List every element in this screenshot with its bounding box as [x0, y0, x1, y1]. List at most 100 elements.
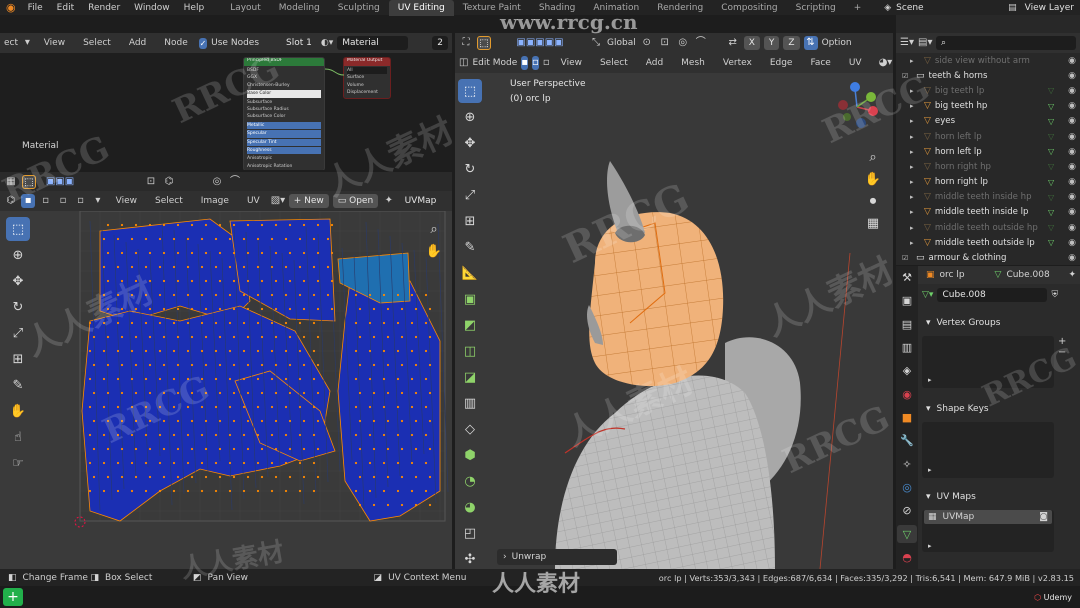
uv-canvas[interactable]: ⬚ ⊕ ✥ ↻ ⤢ ⊞ ✎ ✋ ☝ ☞ ⌕ ✋	[0, 211, 452, 569]
expand-arrow-icon[interactable]: ▸	[910, 57, 920, 65]
outliner-row[interactable]: ☑ ▭ teeth & horns ◉	[896, 68, 1080, 83]
zoom-icon[interactable]: ⌕	[424, 219, 444, 239]
vp-inset-tool[interactable]: ◫	[458, 339, 482, 363]
list-expand-icon[interactable]: ▸	[928, 376, 932, 384]
checkbox-icon[interactable]: ☑	[902, 254, 912, 262]
expand-arrow-icon[interactable]: ▸	[910, 163, 920, 171]
falloff-curve-icon[interactable]: ⌒	[694, 36, 708, 50]
chevron-down-icon[interactable]: ▾	[22, 36, 33, 50]
pinch-tool[interactable]: ☞	[6, 451, 30, 475]
menu-help[interactable]: Help	[177, 3, 212, 13]
visibility-eye-icon[interactable]: ◉	[1064, 162, 1080, 172]
axis-z-toggle[interactable]: Z	[783, 36, 800, 50]
grab-tool[interactable]: ✋	[6, 399, 30, 423]
remove-vertex-group-button[interactable]: −	[1058, 347, 1074, 358]
vp-annotate-tool[interactable]: ✎	[458, 235, 482, 259]
vertex-select-icon[interactable]: ▪	[21, 194, 35, 208]
data-tab-icon[interactable]: ▽	[897, 525, 917, 543]
mesh-browse-icon[interactable]: ▽▾	[922, 290, 933, 300]
visibility-eye-icon[interactable]: ◉	[1064, 223, 1080, 233]
pin-icon[interactable]: ✦	[382, 194, 395, 208]
select-box-icon[interactable]: ⬚	[22, 175, 36, 189]
expand-arrow-icon[interactable]: ▸	[910, 102, 920, 110]
node-canvas[interactable]: Material Principled BSDF BSDF GGX Christen…	[0, 53, 452, 170]
particles-tab-icon[interactable]: ✧	[897, 456, 917, 473]
viewport-zoom-icon[interactable]: ⌕	[863, 147, 883, 167]
image-browse-icon[interactable]: ▧▾	[271, 194, 285, 208]
uv-sync-dropdown[interactable]: ▾	[91, 194, 104, 208]
add-plus-icon[interactable]: +	[3, 588, 23, 606]
outliner-row[interactable]: ▸ ▽ big teeth hp ▽ ◉	[896, 99, 1080, 114]
visibility-eye-icon[interactable]: ◉	[1064, 101, 1080, 111]
vp-measure-tool[interactable]: 📐	[458, 261, 482, 285]
viewport-mode-icons[interactable]: ▣▣▣▣▣	[495, 36, 585, 50]
tab-shading[interactable]: Shading	[530, 0, 585, 16]
outliner-editor-icon[interactable]: ☰▾	[900, 36, 914, 50]
edit-mode-icon[interactable]: ◫	[459, 56, 468, 70]
viewport-menu-vertex[interactable]: Vertex	[716, 58, 759, 68]
render-tab-icon[interactable]: ▣	[897, 292, 917, 309]
visibility-eye-icon[interactable]: ◉	[1064, 147, 1080, 157]
orientation-icon[interactable]: ⤡	[589, 36, 603, 50]
viewport-menu-edge[interactable]: Edge	[763, 58, 800, 68]
edge-select-icon[interactable]: ▫	[39, 194, 52, 208]
axis-y-toggle[interactable]: Y	[763, 36, 780, 50]
select-mode-icons[interactable]: ▣▣▣	[40, 175, 80, 189]
output-tab-icon[interactable]: ▤	[897, 316, 917, 333]
uv-menu-select[interactable]: Select	[148, 196, 190, 206]
viewport-menu-face[interactable]: Face	[803, 58, 837, 68]
viewport-menu-uv[interactable]: UV	[842, 58, 869, 68]
orientation-dropdown[interactable]: Global	[607, 38, 636, 48]
face-mode-icon[interactable]: ▫	[543, 56, 550, 70]
tab-sculpting[interactable]: Sculpting	[329, 0, 389, 16]
node-menu-select[interactable]: Select	[76, 38, 118, 48]
viewport-menu-add[interactable]: Add	[639, 58, 670, 68]
uv-menu-uv[interactable]: UV	[240, 196, 267, 206]
vp-select-tool[interactable]: ⬚	[458, 79, 482, 103]
vp-shrink-tool[interactable]: ✣	[458, 547, 482, 569]
visibility-eye-icon[interactable]: ◉	[1064, 56, 1080, 66]
list-expand-icon[interactable]: ▸	[928, 466, 932, 474]
move-tool[interactable]: ✥	[6, 269, 30, 293]
mode-dropdown[interactable]: Edit Mode	[472, 58, 517, 68]
tab-compositing[interactable]: Compositing	[712, 0, 786, 16]
view-layer-field[interactable]: View Layer	[1025, 3, 1074, 13]
pivot-icon[interactable]: ⊙	[640, 36, 654, 50]
pan-hand-icon[interactable]: ✋	[424, 241, 444, 261]
tab-animation[interactable]: Animation	[584, 0, 648, 16]
fake-user-icon[interactable]: ⛨	[1051, 290, 1058, 300]
expand-arrow-icon[interactable]: ▸	[910, 224, 920, 232]
outliner-row[interactable]: ▸ ▽ middle teeth outside hp ▽ ◉	[896, 220, 1080, 235]
use-nodes-checkbox[interactable]: ✓	[198, 37, 208, 49]
face-select-icon[interactable]: ▫	[56, 194, 69, 208]
outliner-row[interactable]: ▸ ▽ big teeth lp ▽ ◉	[896, 83, 1080, 98]
constraints-tab-icon[interactable]: ⊘	[897, 502, 917, 519]
outliner-search-input[interactable]: ⌕	[936, 36, 1076, 50]
view-layer-icon[interactable]: ▤	[1008, 3, 1017, 13]
vp-polybuild-tool[interactable]: ⬢	[458, 443, 482, 467]
menu-render[interactable]: Render	[81, 3, 127, 13]
material-sphere-icon[interactable]: ◐▾	[321, 38, 333, 48]
relax-tool[interactable]: ☝	[6, 425, 30, 449]
visibility-eye-icon[interactable]: ◉	[1064, 192, 1080, 202]
vp-knife-tool[interactable]: ◇	[458, 417, 482, 441]
view-layer-tab-icon[interactable]: ▥	[897, 339, 917, 356]
uv-menu-image[interactable]: Image	[194, 196, 236, 206]
menu-window[interactable]: Window	[127, 3, 177, 13]
vp-extrude-tool[interactable]: ◩	[458, 313, 482, 337]
visibility-eye-icon[interactable]: ◉	[1064, 177, 1080, 187]
axis-x-toggle[interactable]: X	[743, 36, 760, 50]
viewport-menu-mesh[interactable]: Mesh	[674, 58, 712, 68]
expand-arrow-icon[interactable]: ▸	[910, 239, 920, 247]
annotate-tool[interactable]: ✎	[6, 373, 30, 397]
node-menu-add[interactable]: Add	[122, 38, 153, 48]
checkbox-icon[interactable]: ☑	[902, 72, 912, 80]
vp-edge-slide-tool[interactable]: ◰	[458, 521, 482, 545]
material-field[interactable]: Material	[337, 36, 409, 50]
expand-arrow-icon[interactable]: ▸	[910, 148, 920, 156]
node-menu-view[interactable]: View	[37, 38, 72, 48]
menu-edit[interactable]: Edit	[50, 3, 81, 13]
vertex-groups-panel-header[interactable]: ▾ Vertex Groups	[918, 314, 1080, 332]
last-operator-panel[interactable]: › Unwrap	[497, 549, 617, 565]
overlay-icon[interactable]: ◕▾	[879, 56, 893, 70]
